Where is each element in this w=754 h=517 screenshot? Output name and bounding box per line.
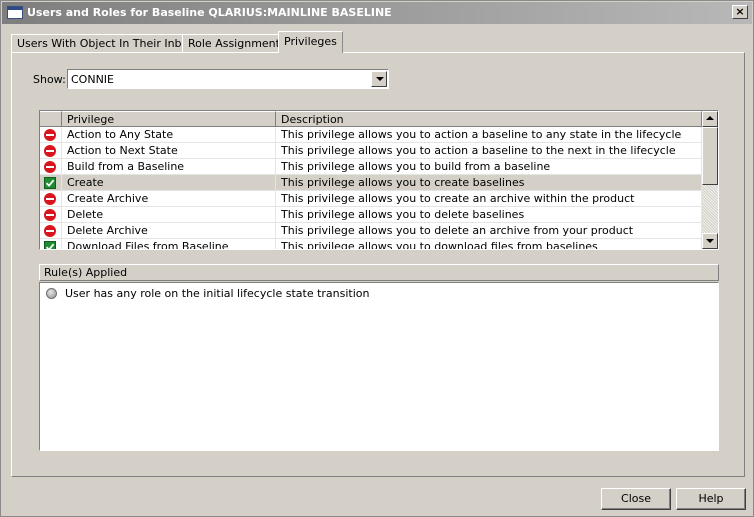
table-row[interactable]: Download Files from Baseline This privile… — [40, 239, 702, 249]
status-cell — [40, 239, 62, 249]
check-icon — [44, 241, 56, 249]
table-row[interactable]: Create This privilege allows you to creat… — [40, 175, 702, 191]
no-entry-icon — [44, 225, 56, 237]
title-bar[interactable]: Users and Roles for Baseline QLARIUS:MAI… — [2, 2, 752, 24]
status-cell — [40, 127, 62, 143]
privilege-cell: Delete — [62, 207, 276, 223]
description-cell: This privilege allows you to create an a… — [276, 191, 702, 207]
no-entry-icon — [44, 209, 56, 221]
tab-role-assignments[interactable]: Role Assignments — [182, 34, 292, 53]
scroll-down-icon[interactable] — [702, 233, 718, 249]
privilege-cell: Download Files from Baseline — [62, 239, 276, 249]
tab-privileges[interactable]: Privileges — [278, 31, 343, 53]
description-cell: This privilege allows you to delete an a… — [276, 223, 702, 239]
no-entry-icon — [44, 161, 56, 173]
privilege-column-header[interactable]: Privilege — [62, 111, 276, 127]
table-row[interactable]: Action to Any State This privilege allows… — [40, 127, 702, 143]
status-cell — [40, 223, 62, 239]
rules-applied-list: User has any role on the initial lifecyc… — [39, 282, 719, 451]
status-cell — [40, 191, 62, 207]
description-cell: This privilege allows you to action a ba… — [276, 143, 702, 159]
rule-text: User has any role on the initial lifecyc… — [65, 287, 370, 300]
scroll-thumb[interactable] — [702, 127, 718, 185]
close-button[interactable]: Close — [601, 488, 671, 510]
status-cell — [40, 143, 62, 159]
description-column-header[interactable]: Description — [276, 111, 702, 127]
description-cell: This privilege allows you to delete base… — [276, 207, 702, 223]
show-user-value: CONNIE — [71, 73, 114, 86]
rules-applied-header: Rule(s) Applied — [39, 264, 719, 281]
description-cell: This privilege allows you to download fi… — [276, 239, 702, 249]
window-icon — [7, 6, 23, 19]
chevron-down-icon[interactable] — [371, 71, 387, 87]
tab-users-with-object-in-inbox[interactable]: Users With Object In Their Inbox — [11, 34, 201, 53]
privilege-cell: Create — [62, 175, 276, 191]
table-row[interactable]: Delete This privilege allows you to delet… — [40, 207, 702, 223]
privilege-cell: Build from a Baseline — [62, 159, 276, 175]
description-cell: This privilege allows you to action a ba… — [276, 127, 702, 143]
no-entry-icon — [44, 145, 56, 157]
table-row[interactable]: Delete Archive This privilege allows you … — [40, 223, 702, 239]
status-cell — [40, 207, 62, 223]
vertical-scrollbar[interactable] — [702, 111, 718, 249]
users-roles-dialog: Users and Roles for Baseline QLARIUS:MAI… — [0, 0, 754, 517]
privileges-table: Privilege Description Action to Any Stat… — [39, 110, 719, 250]
no-entry-icon — [44, 193, 56, 205]
close-icon[interactable]: × — [732, 5, 748, 19]
rule-bullet-icon — [46, 288, 57, 299]
table-row[interactable]: Create Archive This privilege allows you … — [40, 191, 702, 207]
scroll-up-icon[interactable] — [702, 111, 718, 127]
privilege-cell: Delete Archive — [62, 223, 276, 239]
description-cell: This privilege allows you to create base… — [276, 175, 702, 191]
table-row[interactable]: Build from a Baseline This privilege allo… — [40, 159, 702, 175]
table-header: Privilege Description — [40, 111, 702, 127]
check-icon — [44, 177, 56, 189]
privilege-cell: Action to Next State — [62, 143, 276, 159]
show-label: Show: — [33, 73, 66, 86]
help-button[interactable]: Help — [676, 488, 746, 510]
description-cell: This privilege allows you to build from … — [276, 159, 702, 175]
show-user-dropdown[interactable]: CONNIE — [67, 69, 389, 89]
privileges-panel: Show: CONNIE Privilege Description Actio… — [11, 52, 745, 477]
privilege-cell: Action to Any State — [62, 127, 276, 143]
privilege-cell: Create Archive — [62, 191, 276, 207]
status-column-header[interactable] — [40, 111, 62, 127]
status-cell — [40, 159, 62, 175]
status-cell — [40, 175, 62, 191]
table-row[interactable]: Action to Next State This privilege allow… — [40, 143, 702, 159]
window-title: Users and Roles for Baseline QLARIUS:MAI… — [27, 6, 392, 19]
no-entry-icon — [44, 129, 56, 141]
